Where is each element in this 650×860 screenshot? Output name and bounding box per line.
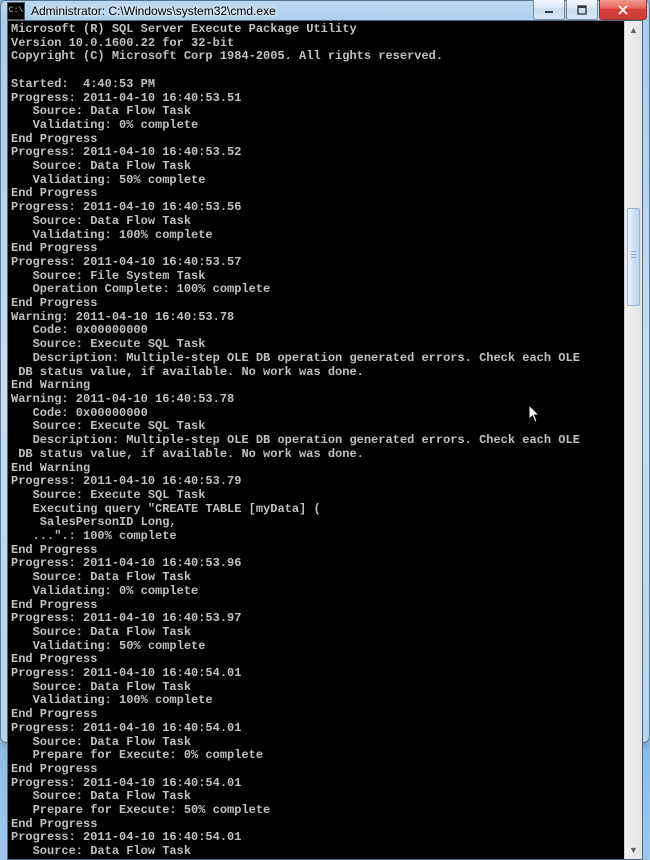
vertical-scrollbar[interactable]: ▲ ▼	[624, 21, 642, 859]
client-area: Microsoft (R) SQL Server Execute Package…	[7, 20, 643, 860]
titlebar[interactable]: C:\ Administrator: C:\Windows\system32\c…	[1, 1, 649, 20]
window-controls	[533, 0, 647, 20]
console-output: Microsoft (R) SQL Server Execute Package…	[8, 21, 624, 859]
cmd-window: C:\ Administrator: C:\Windows\system32\c…	[0, 0, 650, 743]
close-button[interactable]	[599, 0, 647, 20]
scroll-down-icon[interactable]: ▼	[626, 842, 641, 859]
cmd-icon: C:\	[7, 2, 25, 20]
scroll-thumb[interactable]	[627, 208, 640, 306]
minimize-button[interactable]	[533, 0, 565, 20]
scroll-up-icon[interactable]: ▲	[626, 21, 641, 38]
maximize-button[interactable]	[566, 0, 598, 20]
window-title: Administrator: C:\Windows\system32\cmd.e…	[31, 4, 533, 18]
scroll-track[interactable]	[626, 38, 641, 842]
